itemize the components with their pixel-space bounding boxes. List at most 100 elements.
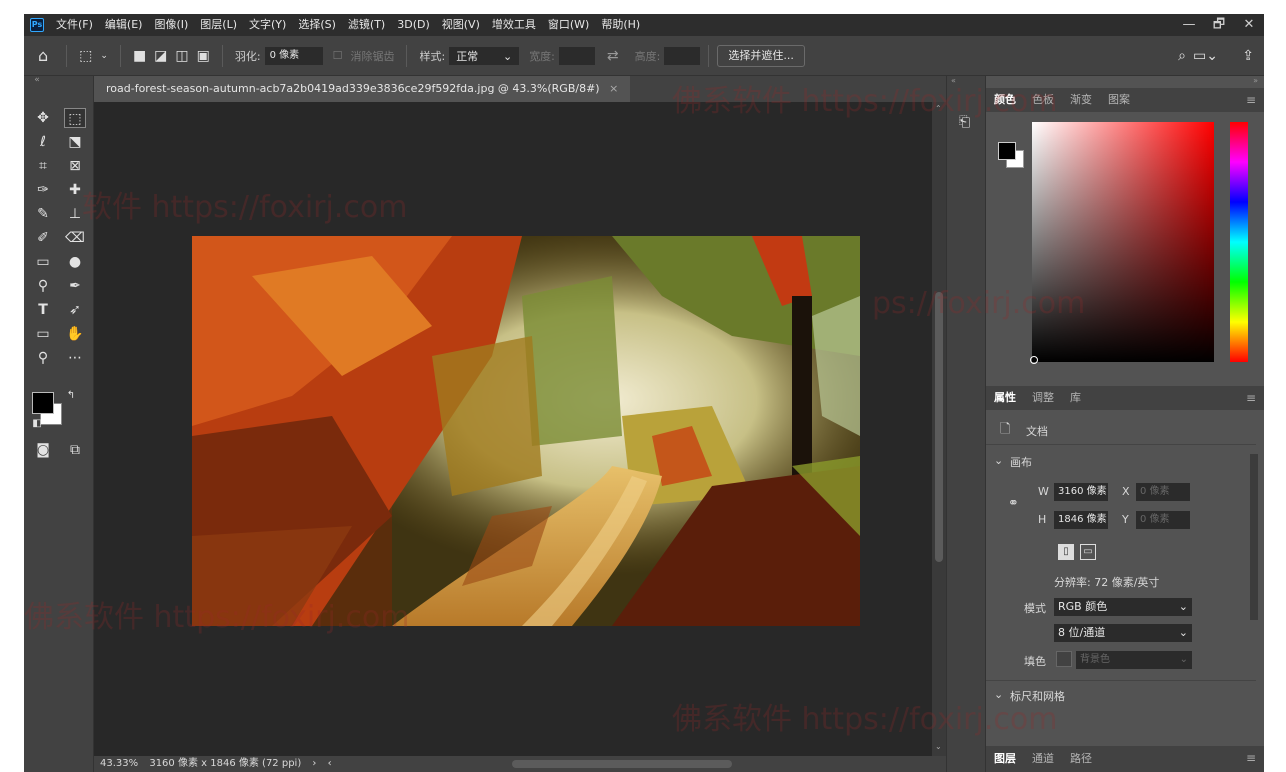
fill-color-swatch[interactable] [1056, 651, 1072, 667]
lasso-tool-icon[interactable]: ℓ [32, 132, 54, 152]
screen-mode-icon[interactable]: ⧉ [64, 440, 86, 460]
restore-button[interactable]: 🗗 [1204, 14, 1234, 36]
tab-channels[interactable]: 通道 [1024, 747, 1062, 771]
eyedropper-tool-icon[interactable]: ✑ [32, 180, 54, 200]
minimize-button[interactable]: — [1174, 14, 1204, 36]
workspace-icon[interactable]: ▭⌄ [1193, 48, 1218, 64]
portrait-orientation-icon[interactable]: ▯ [1058, 544, 1074, 560]
chevron-left-icon[interactable]: ‹ [328, 758, 332, 769]
fill-select[interactable]: 背景色 ⌄ [1076, 651, 1192, 669]
width-input[interactable] [558, 46, 595, 65]
mode-select[interactable]: RGB 颜色 ⌄ [1054, 598, 1192, 616]
close-button[interactable]: ✕ [1234, 14, 1264, 36]
default-colors-icon[interactable]: ◧ [26, 414, 48, 434]
chevron-right-icon[interactable]: › [312, 758, 316, 769]
horizontal-scrollbar-thumb[interactable] [512, 760, 732, 768]
hand-tool-icon[interactable]: ✋ [64, 324, 86, 344]
history-panel-icon[interactable]: ⎗ [959, 114, 970, 130]
foreground-color-swatch[interactable] [32, 392, 54, 414]
menu-image[interactable]: 图像(I) [148, 14, 194, 36]
search-icon[interactable]: ⌕ [1178, 48, 1186, 64]
zoom-tool-icon[interactable]: ⚲ [32, 348, 54, 368]
zoom-level[interactable]: 43.33% [100, 758, 138, 769]
share-icon[interactable]: ⇪ [1242, 48, 1254, 64]
bit-depth-select[interactable]: 8 位/通道 ⌄ [1054, 624, 1192, 642]
tab-patterns[interactable]: 图案 [1100, 88, 1138, 112]
marquee-tool-icon[interactable]: ⬚ [64, 108, 86, 128]
scroll-up-icon[interactable]: ⌃ [935, 104, 942, 113]
object-select-tool-icon[interactable]: ⬔ [64, 132, 86, 152]
move-tool-icon[interactable]: ✥ [32, 108, 54, 128]
canvas-width-field[interactable]: 3160 像素 [1054, 483, 1108, 501]
landscape-orientation-icon[interactable]: ▭ [1080, 544, 1096, 560]
scroll-down-icon[interactable]: ⌄ [935, 742, 942, 751]
stamp-tool-icon[interactable]: ⊥ [64, 204, 86, 224]
panel-menu-icon[interactable]: ≡ [1246, 386, 1256, 410]
chevron-down-icon[interactable]: ⌄ [994, 688, 1003, 701]
subtract-selection-icon[interactable]: ◫ [175, 48, 188, 64]
close-tab-icon[interactable]: × [609, 82, 618, 95]
home-icon[interactable]: ⌂ [38, 46, 48, 65]
select-and-mask-button[interactable]: 选择并遮住... [717, 44, 805, 67]
style-select[interactable]: 正常 ⌄ [449, 46, 520, 65]
menu-view[interactable]: 视图(V) [436, 14, 486, 36]
tab-adjustments[interactable]: 调整 [1024, 386, 1062, 410]
height-input[interactable] [664, 46, 701, 65]
path-select-tool-icon[interactable]: ➶ [64, 300, 86, 320]
tab-paths[interactable]: 路径 [1062, 747, 1100, 771]
document-info[interactable]: 3160 像素 x 1846 像素 (72 ppi) [149, 758, 301, 769]
menu-help[interactable]: 帮助(H) [595, 14, 646, 36]
swap-colors-icon[interactable]: ↰ [60, 386, 82, 406]
tab-swatches[interactable]: 色板 [1024, 88, 1062, 112]
foreground-color-chip[interactable] [998, 142, 1016, 160]
chevron-down-icon[interactable]: ⌄ [100, 51, 108, 61]
link-icon[interactable]: ⚭ [1008, 496, 1019, 511]
add-selection-icon[interactable]: ◪ [154, 48, 167, 64]
vertical-scrollbar[interactable]: ⌃ ⌄ [932, 102, 946, 756]
eraser-tool-icon[interactable]: ⌫ [64, 228, 86, 248]
tab-libraries[interactable]: 库 [1062, 386, 1089, 410]
scrollbar-thumb[interactable] [935, 292, 943, 562]
tab-properties[interactable]: 属性 [986, 386, 1024, 410]
rulers-section-title[interactable]: 标尺和网格 [1010, 688, 1065, 704]
canvas-y-field[interactable]: 0 像素 [1136, 511, 1190, 529]
color-field[interactable] [1032, 122, 1214, 362]
menu-plugins[interactable]: 增效工具 [486, 14, 542, 36]
dodge-tool-icon[interactable]: ⚲ [32, 276, 54, 296]
more-tools-icon[interactable]: ⋯ [64, 348, 86, 368]
gradient-tool-icon[interactable]: ▭ [32, 252, 54, 272]
collapse-icon[interactable]: « [26, 70, 48, 90]
canvas-height-field[interactable]: 1846 像素 [1054, 511, 1108, 529]
frame-tool-icon[interactable]: ⊠ [64, 156, 86, 176]
new-selection-icon[interactable]: ■ [133, 48, 146, 64]
rectangle-tool-icon[interactable]: ▭ [32, 324, 54, 344]
blur-tool-icon[interactable]: ● [64, 252, 86, 272]
tab-layers[interactable]: 图层 [986, 747, 1024, 771]
menu-window[interactable]: 窗口(W) [542, 14, 595, 36]
intersect-selection-icon[interactable]: ▣ [197, 48, 210, 64]
menu-select[interactable]: 选择(S) [292, 14, 342, 36]
canvas-area[interactable] [94, 102, 932, 756]
canvas-section-title[interactable]: 画布 [1010, 454, 1032, 470]
expand-panels-icon[interactable]: « [951, 76, 956, 85]
panel-menu-icon[interactable]: ≡ [1246, 88, 1256, 112]
collapse-panels-icon[interactable]: » [1253, 76, 1258, 85]
hue-slider[interactable] [1230, 122, 1248, 362]
menu-type[interactable]: 文字(Y) [243, 14, 292, 36]
anti-alias-checkbox[interactable]: ☐ [333, 49, 343, 62]
properties-scrollbar[interactable] [1250, 454, 1258, 620]
tab-gradients[interactable]: 渐变 [1062, 88, 1100, 112]
tab-color[interactable]: 颜色 [986, 88, 1024, 112]
chevron-down-icon[interactable]: ⌄ [994, 454, 1003, 467]
menu-file[interactable]: 文件(F) [50, 14, 99, 36]
menu-filter[interactable]: 滤镜(T) [342, 14, 391, 36]
pen-tool-icon[interactable]: ✒ [64, 276, 86, 296]
type-tool-icon[interactable]: T [32, 300, 54, 320]
canvas-x-field[interactable]: 0 像素 [1136, 483, 1190, 501]
marquee-preset-icon[interactable]: ⬚ [79, 48, 92, 64]
panel-menu-icon[interactable]: ≡ [1246, 746, 1256, 770]
healing-brush-tool-icon[interactable]: ✚ [64, 180, 86, 200]
quick-mask-icon[interactable]: ◙ [32, 440, 54, 460]
crop-tool-icon[interactable]: ⌗ [32, 156, 54, 176]
history-brush-tool-icon[interactable]: ✐ [32, 228, 54, 248]
